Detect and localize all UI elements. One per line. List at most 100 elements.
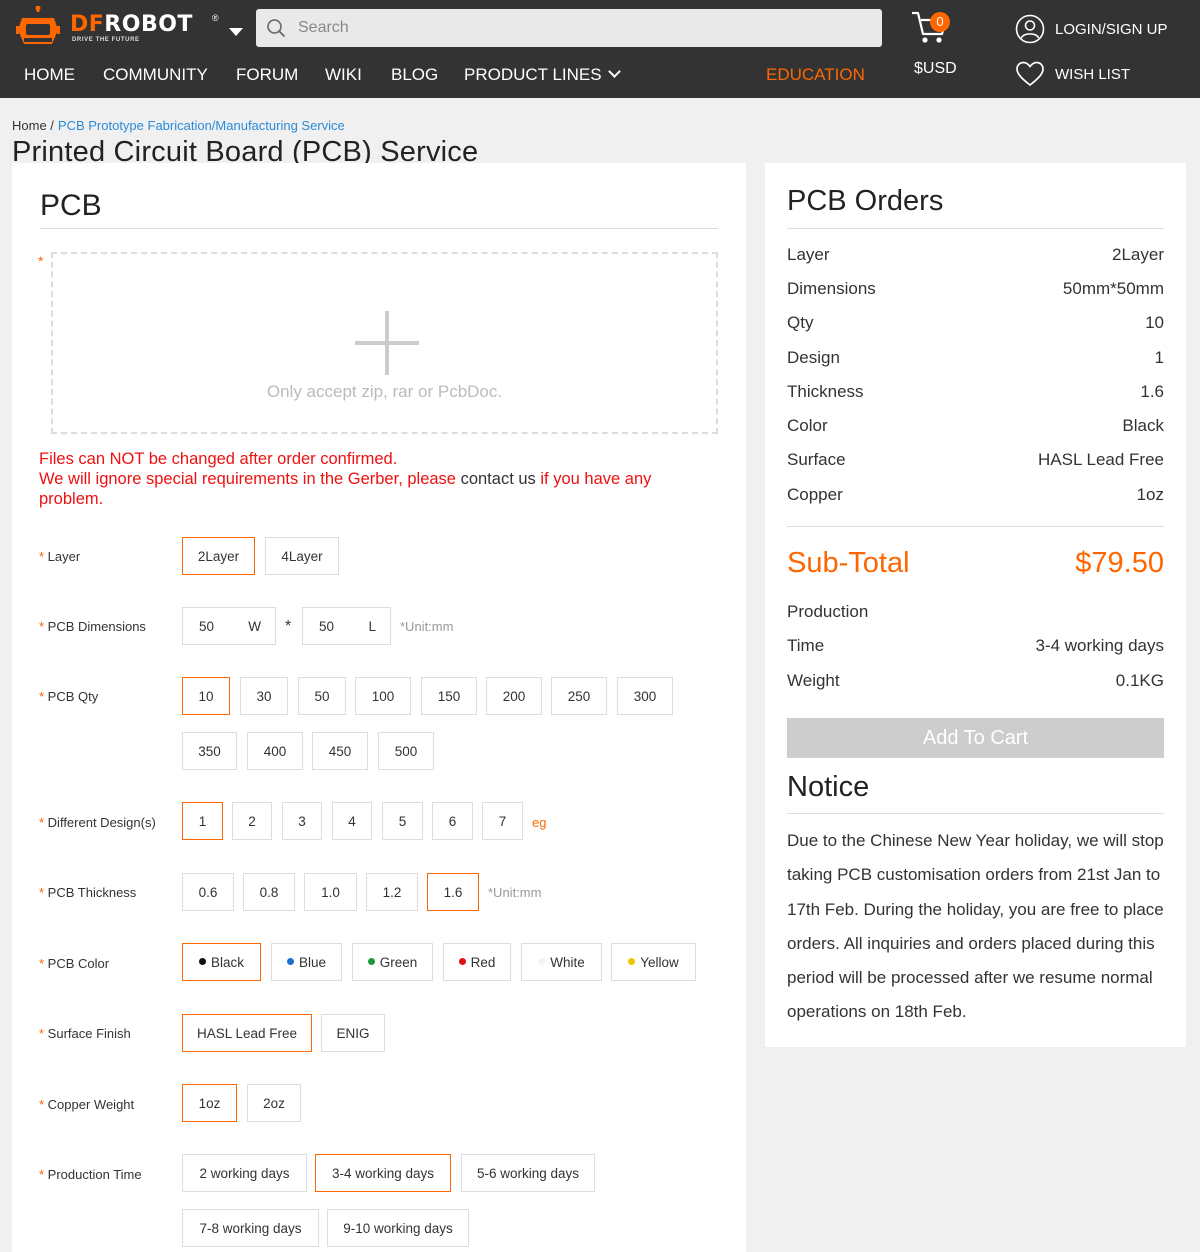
surface-option-enig[interactable]: ENIG: [321, 1014, 385, 1052]
nav-community[interactable]: COMMUNITY: [103, 64, 208, 86]
width-input[interactable]: 50 W: [182, 607, 276, 645]
heart-icon: [1016, 61, 1044, 87]
color-dot-icon: [628, 957, 636, 965]
dimension-separator: *: [285, 618, 292, 635]
summary-row-thickness: Thickness 1.6: [787, 382, 1164, 401]
divider: [40, 228, 718, 229]
color-dot-icon: [286, 957, 294, 965]
qty-option[interactable]: 30: [240, 677, 288, 715]
production-option[interactable]: 3-4 working days: [315, 1154, 451, 1192]
search-bar[interactable]: [256, 9, 882, 47]
length-input[interactable]: 50 L: [302, 607, 391, 645]
design-option[interactable]: 5: [382, 802, 423, 840]
cart-count-badge: 0: [930, 12, 950, 32]
login-signup-link[interactable]: LOGIN/SIGN UP: [1015, 13, 1168, 45]
search-icon[interactable]: [266, 18, 286, 38]
nav-product-lines[interactable]: PRODUCT LINES: [464, 64, 621, 86]
surface-option-hasl[interactable]: HASL Lead Free: [182, 1014, 312, 1052]
qty-option[interactable]: 350: [182, 732, 237, 770]
summary-row-color: Color Black: [787, 416, 1164, 435]
robot-logo-icon: [16, 6, 60, 44]
wish-list-label: WISH LIST: [1055, 65, 1131, 83]
width-value: 50: [199, 619, 215, 634]
thickness-option[interactable]: 1.6: [427, 873, 479, 911]
qty-option[interactable]: 400: [247, 732, 303, 770]
surface-label: * Surface Finish: [39, 1026, 131, 1041]
qty-option[interactable]: 50: [298, 677, 346, 715]
design-option[interactable]: 3: [282, 802, 322, 840]
upload-hint: Only accept zip, rar or PcbDoc.: [266, 382, 503, 401]
warning-line-2: We will ignore special requirements in t…: [39, 469, 719, 509]
design-option[interactable]: 1: [182, 802, 223, 840]
dfrobot-logo[interactable]: DFROBOT ® DRIVE THE FUTURE: [16, 6, 243, 50]
design-option[interactable]: 2: [232, 802, 272, 840]
designs-label: * Different Design(s): [39, 815, 156, 830]
layer-option-2layer[interactable]: 2Layer: [182, 537, 255, 575]
currency-selector[interactable]: $USD: [914, 60, 957, 78]
color-option-white[interactable]: White: [521, 943, 602, 981]
summary-row-time: Time 3-4 working days: [787, 636, 1164, 655]
breadcrumb-home[interactable]: Home /: [12, 118, 54, 133]
divider: [787, 228, 1164, 229]
wish-list-link[interactable]: WISH LIST: [1015, 58, 1130, 90]
required-star: *: [38, 253, 44, 269]
panel-title: PCB: [40, 189, 102, 222]
color-option-blue[interactable]: Blue: [271, 943, 342, 981]
qty-option[interactable]: 450: [312, 732, 368, 770]
qty-option[interactable]: 200: [486, 677, 542, 715]
production-option[interactable]: 7-8 working days: [182, 1209, 319, 1247]
layer-option-4layer[interactable]: 4Layer: [265, 537, 339, 575]
add-to-cart-button[interactable]: Add To Cart: [787, 718, 1164, 758]
logo-brand-robot: ROBOT: [104, 12, 193, 37]
qty-option[interactable]: 500: [378, 732, 434, 770]
search-input[interactable]: [298, 9, 868, 47]
dimensions-label: * PCB Dimensions: [39, 619, 146, 634]
summary-row-design: Design 1: [787, 348, 1164, 367]
file-upload-dropzone[interactable]: Only accept zip, rar or PcbDoc.: [51, 252, 718, 434]
thickness-option[interactable]: 1.2: [366, 873, 418, 911]
color-option-black[interactable]: Black: [182, 943, 261, 981]
production-option[interactable]: 9-10 working days: [327, 1209, 469, 1247]
summary-row-qty: Qty 10: [787, 313, 1164, 332]
qty-option[interactable]: 300: [617, 677, 673, 715]
designs-example-link[interactable]: eg: [532, 815, 546, 830]
qty-option[interactable]: 100: [355, 677, 411, 715]
copper-option-1oz[interactable]: 1oz: [182, 1084, 237, 1122]
orders-title: PCB Orders: [787, 185, 944, 217]
color-dot-icon: [367, 957, 375, 965]
breadcrumb-current[interactable]: PCB Prototype Fabrication/Manufacturing …: [58, 118, 345, 133]
nav-forum[interactable]: FORUM: [236, 64, 298, 86]
design-option[interactable]: 7: [482, 802, 523, 840]
nav-wiki[interactable]: WIKI: [325, 64, 362, 86]
thickness-option[interactable]: 0.6: [182, 873, 234, 911]
production-option[interactable]: 2 working days: [182, 1154, 307, 1192]
color-label: * PCB Color: [39, 956, 110, 971]
qty-option[interactable]: 10: [182, 677, 230, 715]
color-dot-icon: [458, 957, 466, 965]
thickness-label: * PCB Thickness: [39, 885, 137, 900]
contact-us-link[interactable]: contact us: [461, 470, 536, 488]
design-option[interactable]: 6: [432, 802, 473, 840]
summary-row-dimensions: Dimensions 50mm*50mm: [787, 279, 1164, 298]
color-option-green[interactable]: Green: [352, 943, 433, 981]
divider: [787, 813, 1164, 814]
color-option-red[interactable]: Red: [443, 943, 511, 981]
thickness-option[interactable]: 0.8: [243, 873, 295, 911]
warning-text: We will ignore special requirements in t…: [39, 470, 461, 488]
nav-blog[interactable]: BLOG: [391, 64, 438, 86]
nav-home[interactable]: HOME: [24, 64, 75, 86]
qty-option[interactable]: 250: [551, 677, 607, 715]
color-option-yellow[interactable]: Yellow: [611, 943, 696, 981]
qty-option[interactable]: 150: [421, 677, 477, 715]
subtotal-label: Sub-Total: [787, 547, 910, 579]
copper-option-2oz[interactable]: 2oz: [247, 1084, 301, 1122]
copper-label: * Copper Weight: [39, 1097, 135, 1112]
thickness-option[interactable]: 1.0: [304, 873, 357, 911]
summary-row-copper: Copper 1oz: [787, 485, 1164, 504]
production-option[interactable]: 5-6 working days: [461, 1154, 595, 1192]
length-unit: L: [368, 619, 376, 634]
nav-education[interactable]: EDUCATION: [766, 64, 865, 86]
design-option[interactable]: 4: [332, 802, 372, 840]
caret-down-icon[interactable]: [229, 28, 243, 36]
pcb-orders-summary: PCB Orders Layer 2Layer Dimensions 50mm*50…: [765, 163, 1186, 1047]
